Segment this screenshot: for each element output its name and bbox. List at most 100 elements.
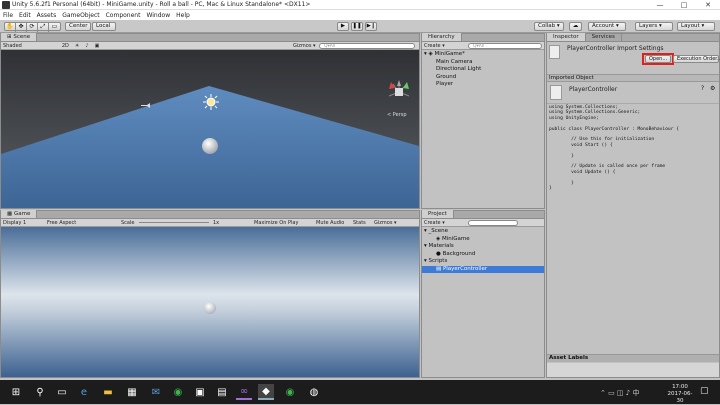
asset-label: MiniGame	[441, 235, 470, 242]
scale-tool-icon[interactable]: ⤢	[38, 23, 49, 32]
folder-scene[interactable]: ▾ _Scene	[422, 228, 544, 236]
audio-toggle-icon[interactable]: ♪	[85, 43, 88, 49]
chrome-icon[interactable]: ◉	[170, 384, 186, 400]
menu-edit[interactable]: Edit	[19, 12, 31, 19]
shading-mode-dropdown[interactable]: Shaded	[3, 43, 22, 49]
imported-object-header: Imported Object	[547, 74, 719, 82]
tab-project[interactable]: Project	[422, 210, 454, 218]
menu-gameobject[interactable]: GameObject	[62, 12, 99, 19]
hierarchy-panel: Hierarchy Create ▾ Q▾All ▾ ◈ MiniGame* M…	[421, 33, 545, 209]
collab-dropdown[interactable]: Collab ▾	[534, 22, 564, 31]
display-dropdown[interactable]: Display 1	[3, 220, 41, 226]
minimize-button[interactable]: —	[648, 0, 672, 10]
menu-help[interactable]: Help	[176, 12, 190, 19]
chrome-icon[interactable]: ◉	[282, 384, 298, 400]
file-explorer-icon[interactable]: ▬	[100, 384, 116, 400]
hand-tool-icon[interactable]: ✋	[5, 23, 16, 32]
hierarchy-search-input[interactable]: Q▾All	[468, 43, 542, 49]
menu-window[interactable]: Window	[146, 12, 170, 19]
menu-assets[interactable]: Assets	[37, 12, 57, 19]
execution-order-button[interactable]: Execution Order...	[673, 55, 720, 63]
rect-tool-icon[interactable]: ▭	[49, 23, 60, 32]
menu-file[interactable]: File	[3, 12, 13, 19]
scene-panel: ⊞ Scene Shaded 2D ☀ ♪ ▣ Gizmos ▾ Q▾All <…	[0, 33, 420, 209]
app-icon[interactable]: ▤	[214, 384, 230, 400]
hierarchy-item[interactable]: Player	[422, 81, 544, 89]
pivot-center-label: Center	[69, 23, 88, 29]
rotate-tool-icon[interactable]: ⟳	[27, 23, 38, 32]
effects-toggle-icon[interactable]: ▣	[95, 43, 100, 49]
help-icon[interactable]: ?	[701, 85, 704, 92]
app-icon[interactable]: ▣	[192, 384, 208, 400]
windows-start-icon[interactable]: ⊞	[8, 384, 24, 400]
scene-search-input[interactable]: Q▾All	[319, 43, 415, 49]
tab-services[interactable]: Services	[586, 33, 622, 41]
player-sphere[interactable]	[202, 138, 218, 154]
menu-component[interactable]: Component	[106, 12, 141, 19]
taskbar-clock[interactable]: 17:00 2017-06-30	[665, 384, 695, 405]
material-icon: ●	[436, 250, 441, 257]
tab-game[interactable]: ▦ Game	[1, 210, 38, 218]
hierarchy-item[interactable]: Directional Light	[422, 66, 544, 74]
system-tray-icons[interactable]: ⌃ ▭ ◫ ♪ 中	[600, 388, 639, 398]
folder-materials[interactable]: ▾ Materials	[422, 243, 544, 251]
clock-time: 17:00	[672, 384, 688, 390]
script-source-preview: using System.Collections; using System.C…	[549, 105, 679, 192]
folder-scripts[interactable]: ▾ Scripts	[422, 258, 544, 266]
hierarchy-item[interactable]: Ground	[422, 74, 544, 82]
layout-dropdown[interactable]: Layout ▾	[677, 22, 715, 31]
hierarchy-item[interactable]: Main Camera	[422, 59, 544, 67]
scene-gizmos-dropdown[interactable]: Gizmos ▾	[293, 43, 316, 49]
layers-dropdown[interactable]: Layers ▾	[635, 22, 673, 31]
project-create-dropdown[interactable]: Create ▾	[424, 220, 445, 226]
asset-labels-area[interactable]	[547, 363, 719, 377]
player-sphere-game	[204, 302, 216, 314]
asset-scene[interactable]: ◈ MiniGame	[422, 236, 544, 244]
visual-studio-icon[interactable]: ∞	[236, 384, 252, 400]
stats-toggle[interactable]: Stats	[353, 220, 366, 226]
project-search-input[interactable]	[468, 220, 518, 226]
scale-slider[interactable]	[139, 222, 209, 223]
play-button[interactable]: ▶	[337, 22, 349, 31]
account-dropdown[interactable]: Account ▾	[588, 22, 626, 31]
pause-button[interactable]: ❚❚	[351, 22, 363, 31]
game-viewport[interactable]	[1, 227, 419, 377]
maximize-on-play-toggle[interactable]: Maximize On Play	[254, 220, 298, 226]
game-gizmos-dropdown[interactable]: Gizmos ▾	[374, 220, 397, 226]
open-button[interactable]: Open...	[645, 55, 671, 63]
task-view-icon[interactable]: ▭	[54, 384, 70, 400]
store-icon[interactable]: ▦	[124, 384, 140, 400]
mail-icon[interactable]: ✉	[148, 384, 164, 400]
lighting-toggle-icon[interactable]: ☀	[75, 43, 79, 49]
pivot-local-toggle[interactable]: Local	[92, 22, 116, 31]
maximize-button[interactable]: □	[672, 0, 696, 10]
app-icon[interactable]: ◍	[306, 384, 322, 400]
pivot-center-toggle[interactable]: Center	[65, 22, 91, 31]
mute-audio-toggle[interactable]: Mute Audio	[316, 220, 344, 226]
script-asset-icon	[550, 85, 562, 100]
close-button[interactable]: ✕	[696, 0, 720, 10]
tab-scene[interactable]: ⊞ Scene	[1, 33, 38, 41]
search-icon[interactable]: ⚲	[32, 384, 48, 400]
hierarchy-create-dropdown[interactable]: Create ▾	[424, 43, 445, 49]
unity-scene-icon: ◈	[428, 51, 433, 57]
edge-browser-icon[interactable]: e	[76, 384, 92, 400]
move-tool-icon[interactable]: ✥	[16, 23, 27, 32]
directional-light-icon[interactable]	[203, 94, 219, 110]
tab-inspector[interactable]: Inspector	[547, 33, 586, 41]
scene-viewport[interactable]: < Persp	[1, 50, 419, 208]
window-title: Unity 5.6.2f1 Personal (64bit) - MiniGam…	[12, 1, 311, 8]
hierarchy-scene-root[interactable]: ▾ ◈ MiniGame*	[422, 51, 544, 59]
settings-gear-icon[interactable]: ⚙	[710, 85, 715, 92]
asset-material[interactable]: ● Background	[422, 251, 544, 259]
transform-tools: ✋ ✥ ⟳ ⤢ ▭	[4, 22, 61, 32]
notification-icon[interactable]: ▢	[700, 386, 709, 396]
unity-taskbar-icon[interactable]: ◆	[258, 384, 274, 400]
aspect-dropdown[interactable]: Free Aspect	[47, 220, 115, 226]
persp-label: < Persp	[387, 112, 407, 118]
cloud-icon[interactable]: ☁	[569, 22, 582, 31]
asset-script-selected[interactable]: ▤ PlayerController	[422, 265, 544, 273]
step-button[interactable]: ▶❙	[365, 22, 377, 31]
2d-toggle[interactable]: 2D	[62, 43, 69, 49]
tab-hierarchy[interactable]: Hierarchy	[422, 33, 462, 41]
